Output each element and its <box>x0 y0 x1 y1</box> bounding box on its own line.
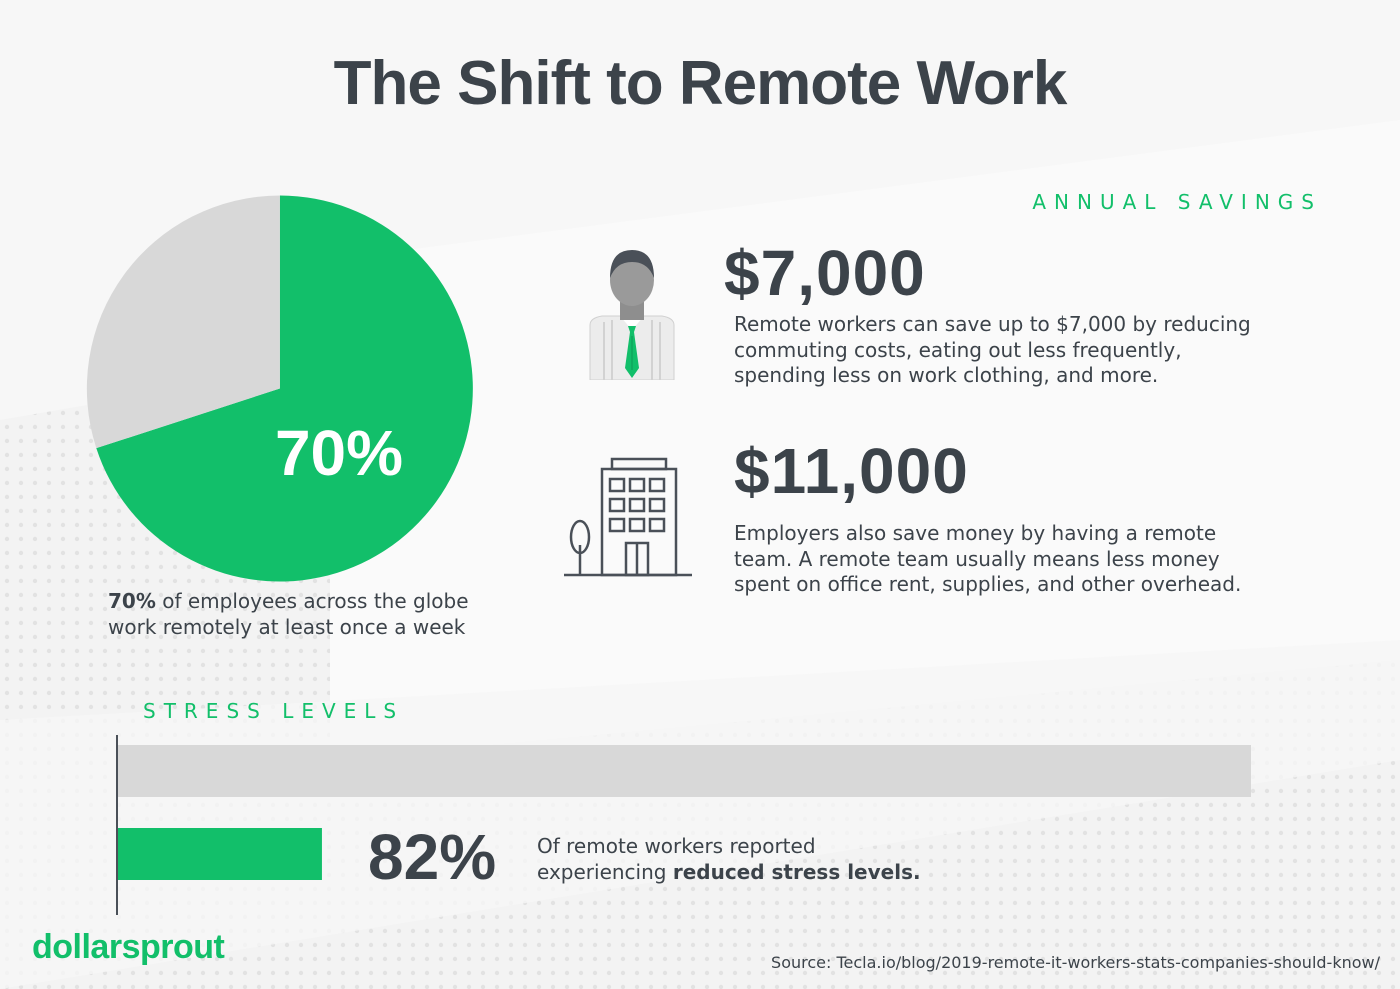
desc-line: commuting costs, eating out less frequen… <box>734 337 1182 362</box>
businessman-icon <box>582 240 682 384</box>
pie-center-label: 70% <box>275 417 403 489</box>
desc-line: Remote workers can save up to $7,000 by … <box>734 312 1251 336</box>
stress-desc-line1: Of remote workers reported <box>537 834 816 858</box>
source-citation: Source: Tecla.io/blog/2019-remote-it-wor… <box>771 953 1380 972</box>
stress-levels-label: STRESS LEVELS <box>143 699 405 723</box>
desc-line: spending less on work clothing, and more… <box>734 363 1159 387</box>
pie-caption-line2: work remotely at least once a week <box>108 615 466 639</box>
stress-bar-0 <box>118 745 1251 797</box>
stress-desc-bold: reduced stress levels. <box>672 860 921 884</box>
savings-amount-employee: $7,000 <box>724 237 926 309</box>
stress-bar-1 <box>118 828 322 880</box>
savings-amount-employer: $11,000 <box>734 435 969 507</box>
stress-desc-plain: experiencing <box>537 860 673 884</box>
desc-line: team. A remote team usually means less m… <box>734 546 1220 571</box>
stress-bar-chart <box>116 735 1251 915</box>
page-title: The Shift to Remote Work <box>333 49 1068 118</box>
stress-description: Of remote workers reported experiencing … <box>537 833 957 885</box>
pie-caption: 70% of employees across the globe work r… <box>108 588 528 640</box>
pie-caption-rest: of employees across the globe <box>155 589 469 613</box>
savings-desc-employee: Remote workers can save up to $7,000 by … <box>734 312 1251 389</box>
stress-percent: 82% <box>368 821 497 893</box>
savings-desc-employer: Employers also save money by having a re… <box>734 521 1241 598</box>
desc-line: spent on office rent, supplies, and othe… <box>734 572 1242 596</box>
logo-text: dollarsprout <box>32 928 225 966</box>
office-building-icon <box>562 455 697 584</box>
pie-chart: 70% <box>70 180 480 590</box>
annual-savings-label: ANNUAL SAVINGS <box>1032 190 1322 214</box>
dollarsprout-logo: dollarsprout <box>32 928 225 967</box>
desc-line: Employers also save money by having a re… <box>734 521 1217 545</box>
pie-caption-bold: 70% <box>108 589 156 613</box>
